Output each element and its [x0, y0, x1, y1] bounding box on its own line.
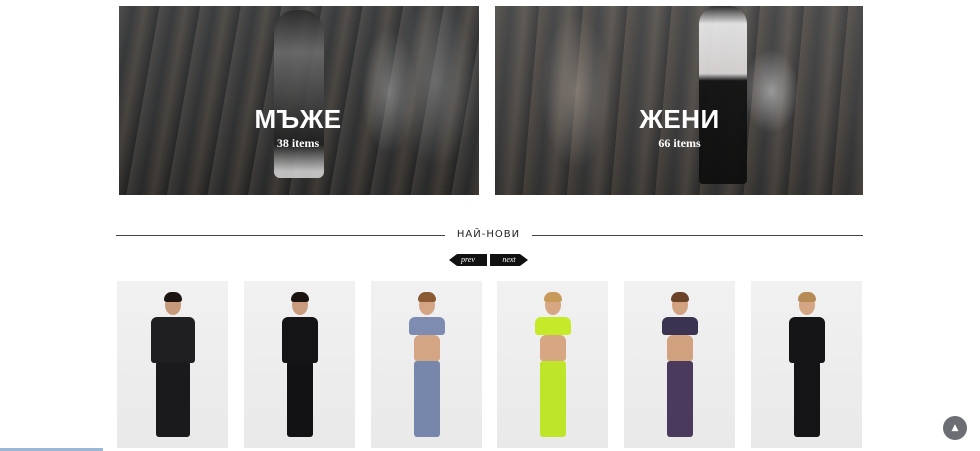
- female-model-figure: [699, 6, 747, 184]
- carousel-next-button[interactable]: next: [490, 254, 528, 266]
- product-card[interactable]: [371, 281, 482, 448]
- model-top: [281, 317, 318, 363]
- model-bottom: [666, 361, 693, 437]
- model-midriff: [539, 335, 566, 361]
- section-divider-left: [116, 235, 445, 236]
- model-midriff: [413, 335, 440, 361]
- model-bottom: [793, 361, 820, 437]
- carousel-prev-button[interactable]: prev: [449, 254, 487, 266]
- model-top: [408, 317, 445, 335]
- model-hair: [797, 292, 816, 302]
- male-model-figure: [274, 10, 324, 178]
- product-image: [371, 281, 482, 448]
- category-title-men: МЪЖЕ: [254, 104, 342, 134]
- model-hair: [417, 292, 436, 302]
- category-count-men: 38 items: [276, 136, 320, 150]
- model-bottom: [413, 361, 440, 437]
- product-image: [751, 281, 862, 448]
- model-top: [150, 317, 195, 363]
- model-hair: [290, 292, 309, 302]
- product-card[interactable]: [117, 281, 228, 448]
- category-banner-women[interactable]: ЖЕНИ 66 items: [495, 6, 863, 195]
- arrow-up-icon: ▲: [951, 423, 959, 433]
- model-bottom: [539, 361, 566, 437]
- product-image: [117, 281, 228, 448]
- model-hair: [163, 292, 182, 302]
- category-banner-men[interactable]: МЪЖЕ 38 items: [119, 6, 479, 195]
- product-image: [497, 281, 608, 448]
- category-count-women: 66 items: [658, 136, 701, 150]
- model-top: [788, 317, 825, 363]
- section-divider-right: [532, 235, 863, 236]
- section-title: НАЙ-НОВИ: [456, 229, 521, 240]
- product-card[interactable]: [497, 281, 608, 448]
- model-top: [534, 317, 571, 335]
- product-card[interactable]: [751, 281, 862, 448]
- banner-image-women: [495, 6, 863, 195]
- model-bottom: [286, 361, 313, 437]
- model-bottom: [155, 361, 190, 437]
- product-card[interactable]: [624, 281, 735, 448]
- model-midriff: [666, 335, 693, 361]
- back-to-top-button[interactable]: ▲: [943, 416, 967, 440]
- banner-image-men: [119, 6, 479, 195]
- category-title-women: ЖЕНИ: [639, 104, 720, 134]
- product-image: [244, 281, 355, 448]
- model-hair: [670, 292, 689, 302]
- product-image: [624, 281, 735, 448]
- page: МЪЖЕ 38 items ЖЕНИ 66 items НАЙ-НОВИ pre…: [0, 0, 980, 451]
- model-top: [661, 317, 698, 335]
- product-card[interactable]: [244, 281, 355, 448]
- model-hair: [543, 292, 562, 302]
